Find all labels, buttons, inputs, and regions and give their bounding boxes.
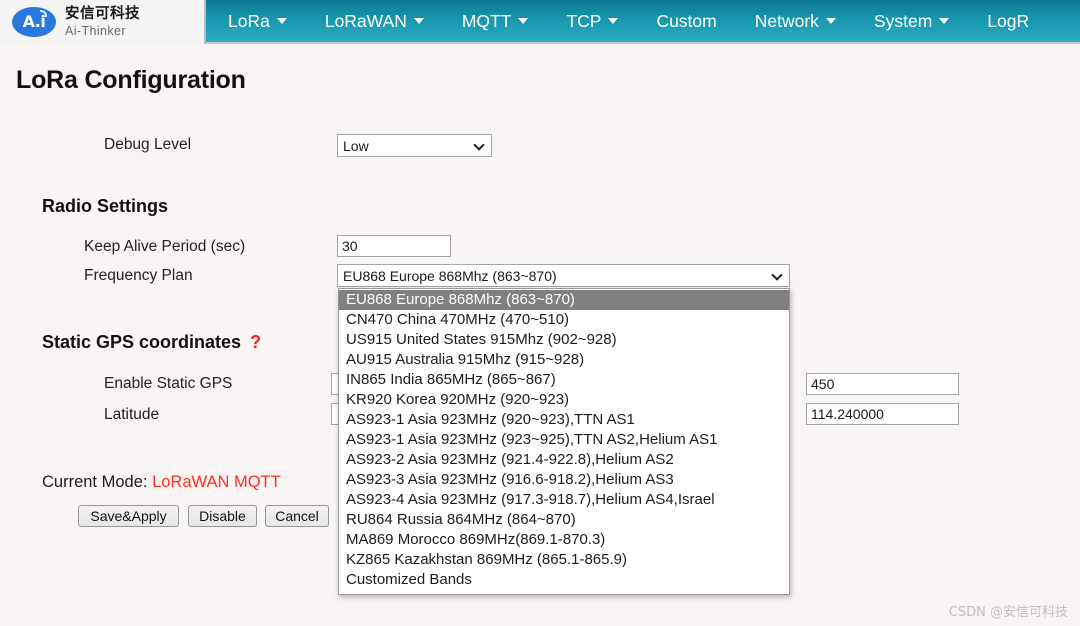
nav-item-lorawan[interactable]: LoRaWAN — [325, 11, 424, 32]
frequency-plan-label: Frequency Plan — [84, 267, 193, 284]
dropdown-option[interactable]: EU868 Europe 868Mhz (863~870) — [339, 290, 789, 310]
debug-level-value: Low — [343, 137, 369, 154]
altitude-input[interactable] — [806, 373, 959, 395]
keep-alive-label: Keep Alive Period (sec) — [84, 238, 246, 255]
nav-menu: LoRa LoRaWAN MQTT TCP Custom Network System Log… — [206, 0, 1080, 42]
chevron-down-icon — [475, 140, 486, 151]
chevron-down-icon — [518, 18, 529, 24]
brand-name-block: 安信可科技 Ai-Thinker — [65, 6, 140, 37]
nav-item-label: LoRaWAN — [324, 10, 407, 31]
brand-name-en: Ai-Thinker — [65, 23, 126, 38]
dropdown-option[interactable]: AS923-1 Asia 923MHz (920~923),TTN AS1 — [339, 410, 789, 430]
nav-item-label: System — [873, 10, 933, 31]
nav-item-lora[interactable]: LoRa — [228, 11, 287, 32]
dropdown-option[interactable]: AS923-2 Asia 923MHz (921.4-922.8),Helium… — [339, 450, 789, 470]
keep-alive-input[interactable] — [337, 235, 451, 257]
dropdown-option[interactable]: AU915 Australia 915Mhz (915~928) — [339, 350, 789, 370]
radio-settings-heading: Radio Settings — [42, 196, 169, 216]
chevron-down-icon — [413, 18, 424, 24]
enable-static-gps-label: Enable Static GPS — [104, 375, 233, 392]
ai-thinker-logo-icon: A.i — [12, 7, 56, 37]
chevron-down-icon — [773, 270, 784, 281]
dropdown-option[interactable]: Customized Bands — [339, 570, 789, 590]
cancel-button[interactable]: Cancel — [265, 505, 329, 527]
signal-wave-icon — [40, 10, 47, 17]
debug-level-select[interactable]: Low — [337, 134, 492, 157]
frequency-plan-select[interactable]: EU868 Europe 868Mhz (863~870) — [337, 264, 790, 287]
dropdown-option[interactable]: AS923-1 Asia 923MHz (923~925),TTN AS2,He… — [339, 430, 789, 450]
nav-item-custom[interactable]: Custom — [656, 11, 716, 32]
frequency-plan-dropdown-list[interactable]: EU868 Europe 868Mhz (863~870) CN470 China… — [338, 288, 790, 595]
top-navigation-bar: A.i 安信可科技 Ai-Thinker LoRa LoRaWAN MQTT TCP C… — [0, 0, 1080, 44]
chevron-down-icon — [608, 18, 619, 24]
csdn-watermark: CSDN @安信可科技 — [948, 605, 1068, 620]
latitude-label: Latitude — [104, 406, 160, 423]
current-mode-line: Current Mode: LoRaWAN MQTT — [42, 473, 281, 492]
brand-logo-area[interactable]: A.i 安信可科技 Ai-Thinker — [0, 0, 206, 44]
dropdown-option[interactable]: KZ865 Kazakhstan 869MHz (865.1-865.9) — [339, 550, 789, 570]
static-gps-heading: Static GPS coordinates? — [42, 332, 261, 353]
dropdown-option[interactable]: AS923-3 Asia 923MHz (916.6-918.2),Helium… — [339, 470, 789, 490]
chevron-down-icon — [939, 18, 950, 24]
nav-item-network[interactable]: Network — [755, 11, 836, 32]
frequency-plan-value: EU868 Europe 868Mhz (863~870) — [343, 267, 557, 284]
help-question-icon[interactable]: ? — [250, 332, 261, 352]
dropdown-option[interactable]: CN470 China 470MHz (470~510) — [339, 310, 789, 330]
nav-item-tcp[interactable]: TCP — [566, 10, 619, 32]
nav-item-label: Network — [754, 10, 819, 31]
static-gps-heading-text: Static GPS coordinates — [42, 332, 242, 352]
nav-item-system[interactable]: System — [873, 10, 950, 32]
dropdown-option[interactable]: KR920 Korea 920MHz (920~923) — [339, 390, 789, 410]
nav-item-logr[interactable]: LogR — [987, 11, 1029, 32]
chevron-down-icon — [825, 18, 836, 24]
page-title: LoRa Configuration — [16, 66, 246, 94]
nav-item-label: TCP — [566, 10, 602, 31]
nav-item-label: LogR — [987, 10, 1030, 31]
current-mode-value: LoRaWAN MQTT — [152, 473, 281, 491]
dropdown-option[interactable]: IN865 India 865MHz (865~867) — [339, 370, 789, 390]
current-mode-label: Current Mode: — [42, 473, 148, 491]
debug-level-label: Debug Level — [104, 136, 192, 153]
nav-item-mqtt[interactable]: MQTT — [462, 11, 529, 32]
nav-item-label: LoRa — [228, 10, 270, 31]
nav-item-label: MQTT — [461, 10, 512, 31]
dropdown-option[interactable]: MA869 Morocco 869MHz(869.1-870.3) — [339, 530, 789, 550]
dropdown-option[interactable]: US915 United States 915Mhz (902~928) — [339, 330, 789, 350]
dropdown-option[interactable]: AS923-4 Asia 923MHz (917.3-918.7),Helium… — [339, 490, 789, 510]
brand-name-cn: 安信可科技 — [65, 6, 140, 23]
longitude-input[interactable] — [806, 403, 959, 425]
disable-button[interactable]: Disable — [188, 505, 257, 527]
dropdown-option[interactable]: RU864 Russia 864MHz (864~870) — [339, 510, 789, 530]
nav-item-label: Custom — [656, 10, 717, 31]
save-apply-button[interactable]: Save&Apply — [78, 505, 179, 527]
chevron-down-icon — [276, 18, 287, 24]
